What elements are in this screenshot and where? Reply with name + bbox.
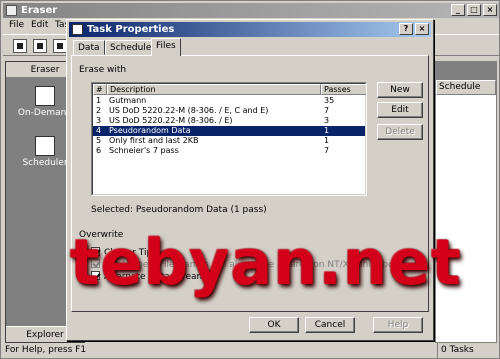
scheme-cell-passes: 7	[324, 106, 330, 115]
tab-schedule[interactable]: Schedule	[105, 40, 157, 55]
scheme-cell-passes: 1	[324, 126, 330, 135]
on-demand-icon	[35, 86, 55, 106]
task-panel-header-bar	[436, 62, 496, 80]
scheduler-icon	[35, 136, 55, 156]
delete-button[interactable]: Delete	[377, 124, 423, 140]
scheme-row[interactable]: 1 Gutmann 35	[93, 96, 365, 106]
column-header-passes[interactable]: Passes	[321, 84, 366, 95]
main-titlebar[interactable]: Eraser _ □ ×	[3, 3, 499, 18]
cancel-button[interactable]: Cancel	[305, 317, 355, 333]
status-task-count: 0 Tasks	[437, 343, 499, 358]
sidebar-item-label: Scheduler	[22, 158, 68, 168]
eraser-app-icon	[6, 5, 17, 16]
maximize-button[interactable]: □	[467, 4, 481, 16]
tab-data[interactable]: Data	[73, 40, 105, 55]
scheme-cell-num: 4	[96, 126, 102, 135]
close-button[interactable]: ×	[483, 4, 497, 16]
help-button[interactable]: Help	[373, 317, 423, 333]
main-window-title: Eraser	[21, 5, 58, 16]
menu-edit[interactable]: Edit	[31, 20, 48, 30]
ok-button[interactable]: OK	[249, 317, 299, 333]
new-button[interactable]: New	[377, 82, 423, 98]
scheme-cell-description: US DoD 5220.22-M (8-306. / E, C and E)	[109, 106, 269, 115]
scheme-cell-description: US DoD 5220.22-M (8-306. / E)	[109, 116, 233, 125]
scheme-cell-passes: 7	[324, 146, 330, 155]
dialog-close-button[interactable]: ×	[415, 23, 429, 35]
scheme-cell-passes: 3	[324, 116, 330, 125]
edit-button[interactable]: Edit	[377, 102, 423, 118]
scheme-cell-description: Only first and last 2KB	[109, 136, 199, 145]
statusbar: For Help, press F1 0 Tasks	[3, 343, 499, 358]
scheme-row[interactable]: 2 US DoD 5220.22-M (8-306. / E, C and E) 7	[93, 106, 365, 116]
scheme-row[interactable]: 4 Pseudorandom Data 1	[93, 126, 365, 136]
status-help-text: For Help, press F1	[5, 345, 87, 355]
copy-task-icon[interactable]	[33, 39, 47, 53]
erase-scheme-list[interactable]: # Description Passes 1 Gutmann 35 2 US DoD 5…	[91, 82, 367, 196]
column-header-description[interactable]: Description	[107, 84, 321, 95]
dialog-titlebar[interactable]: Task Properties ? ×	[69, 22, 431, 37]
selected-scheme-text: Selected: Pseudorandom Data (1 pass)	[91, 205, 267, 215]
new-task-icon[interactable]	[13, 39, 27, 53]
scheme-cell-passes: 35	[324, 96, 335, 105]
scheme-cell-num: 6	[96, 146, 102, 155]
scheme-cell-description: Schneier's 7 pass	[109, 146, 179, 155]
toolbar-icon[interactable]	[53, 39, 67, 53]
scheme-row[interactable]: 3 US DoD 5220.22-M (8-306. / E) 3	[93, 116, 365, 126]
scheme-list-body: # Description Passes 1 Gutmann 35 2 US DoD 5…	[92, 83, 366, 195]
dialog-title: Task Properties	[87, 24, 175, 35]
scheme-row[interactable]: 6 Schneier's 7 pass 7	[93, 146, 365, 156]
scheme-cell-num: 3	[96, 116, 102, 125]
help-title-button[interactable]: ?	[399, 23, 413, 35]
scheme-row[interactable]: 5 Only first and last 2KB 1	[93, 136, 365, 146]
scheme-cell-num: 1	[96, 96, 102, 105]
dialog-app-icon	[72, 24, 83, 35]
scheme-cell-num: 5	[96, 136, 102, 145]
tab-files[interactable]: Files	[151, 38, 181, 56]
erase-with-label: Erase with	[79, 65, 127, 75]
task-list-panel[interactable]: Schedule	[435, 61, 497, 343]
menu-file[interactable]: File	[9, 20, 24, 30]
sidebar-item-label: On-Demand	[17, 108, 73, 118]
scheme-cell-description: Gutmann	[109, 96, 147, 105]
scheme-cell-description: Pseudorandom Data	[109, 126, 191, 135]
scheme-cell-num: 2	[96, 106, 102, 115]
minimize-button[interactable]: _	[451, 4, 465, 16]
watermark-text: tebyan.net	[70, 226, 462, 299]
schedule-column-header[interactable]: Schedule	[436, 80, 496, 95]
column-header-number[interactable]: #	[93, 84, 107, 95]
scheme-cell-passes: 1	[324, 136, 330, 145]
